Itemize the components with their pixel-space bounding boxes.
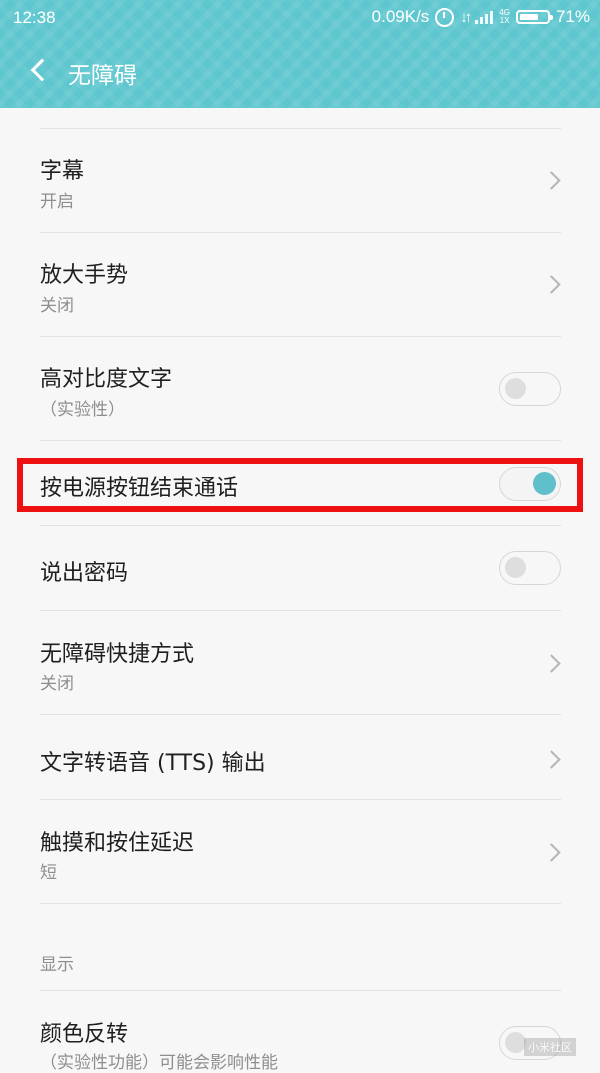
toggle-knob xyxy=(505,378,526,399)
alarm-icon xyxy=(435,7,455,27)
network-type-icon: 4G 1X xyxy=(499,9,510,25)
section-header-display: 显示 xyxy=(40,955,74,975)
chevron-right-icon xyxy=(542,171,561,190)
status-bar: 12:38 0.09K/s ↓↑ 4G 1X 71% xyxy=(0,0,600,36)
speak-passwords-toggle[interactable] xyxy=(499,551,561,585)
setting-value: （实验性） xyxy=(40,400,125,420)
setting-value: 关闭 xyxy=(40,674,74,694)
chevron-right-icon xyxy=(542,275,561,294)
setting-value: 关闭 xyxy=(40,296,74,316)
chevron-right-icon xyxy=(542,654,561,673)
setting-high-contrast-text[interactable]: 高对比度文字 （实验性） xyxy=(0,337,600,440)
setting-accessibility-shortcut[interactable]: 无障碍快捷方式 关闭 xyxy=(0,611,600,714)
setting-label: 文字转语音 (TTS) 输出 xyxy=(40,751,266,776)
app-header: 12:38 0.09K/s ↓↑ 4G 1X 71% 无障碍 xyxy=(0,0,600,108)
setting-label: 无障碍快捷方式 xyxy=(40,642,195,667)
setting-touch-hold-delay[interactable]: 触摸和按住延迟 短 xyxy=(0,800,600,903)
signal-icon xyxy=(475,10,494,24)
setting-color-inversion[interactable]: 颜色反转 （实验性功能）可能会影响性能 xyxy=(0,991,600,1073)
high-contrast-toggle[interactable] xyxy=(499,372,561,406)
page-title: 无障碍 xyxy=(68,63,137,89)
setting-value: 短 xyxy=(40,863,57,883)
setting-magnification-gestures[interactable]: 放大手势 关闭 xyxy=(0,233,600,336)
battery-icon xyxy=(515,10,553,24)
sim-type-label: 1X xyxy=(499,16,510,25)
battery-percent: 71% xyxy=(555,7,590,26)
setting-label: 说出密码 xyxy=(40,561,129,586)
setting-label: 放大手势 xyxy=(40,263,129,288)
battery-fill xyxy=(519,14,539,20)
setting-label: 颜色反转 xyxy=(40,1022,129,1047)
setting-label: 触摸和按住延迟 xyxy=(40,831,195,856)
chevron-right-icon xyxy=(542,750,561,769)
setting-label: 高对比度文字 xyxy=(40,367,173,392)
chevron-right-icon xyxy=(542,843,561,862)
setting-speak-passwords[interactable]: 说出密码 xyxy=(0,526,600,610)
back-arrow-icon[interactable] xyxy=(22,52,58,88)
toggle-knob xyxy=(505,557,526,578)
status-time: 12:38 xyxy=(13,8,56,27)
highlight-box xyxy=(17,458,583,512)
divider xyxy=(40,903,561,904)
setting-tts-output[interactable]: 文字转语音 (TTS) 输出 xyxy=(0,715,600,799)
network-speed: 0.09K/s xyxy=(371,7,430,26)
data-transfer-icon: ↓↑ xyxy=(460,8,472,26)
toolbar: 无障碍 xyxy=(0,36,600,108)
setting-captions[interactable]: 字幕 开启 xyxy=(0,129,600,232)
watermark: 小米社区 xyxy=(524,1038,576,1056)
setting-label: 字幕 xyxy=(40,159,85,184)
setting-value: 开启 xyxy=(40,192,74,212)
toggle-knob xyxy=(505,1032,526,1053)
setting-value: （实验性功能）可能会影响性能 xyxy=(40,1053,278,1073)
